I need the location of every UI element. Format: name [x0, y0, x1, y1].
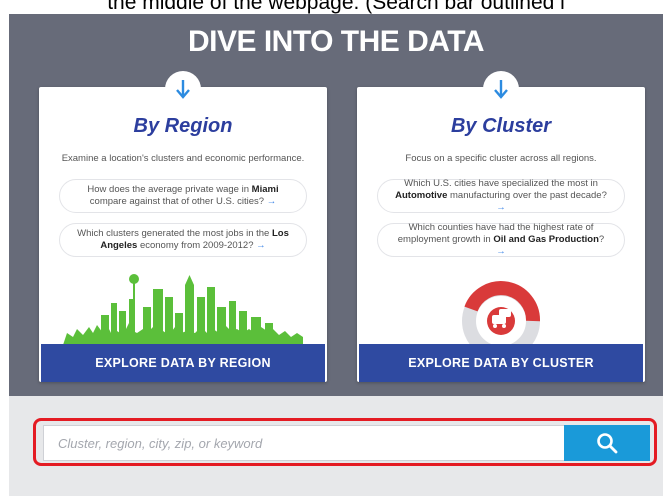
search-icon: [597, 433, 618, 454]
dive-into-data-section: DIVE INTO THE DATA By Region Examine a l…: [9, 14, 663, 396]
section-title: DIVE INTO THE DATA: [187, 25, 485, 58]
explore-by-cluster-button[interactable]: EXPLORE DATA BY CLUSTER: [359, 344, 643, 382]
right-arrow-icon: →: [266, 196, 277, 207]
region-card-description: Examine a location's clusters and econom…: [61, 153, 305, 164]
cluster-question-oil-gas[interactable]: Which counties have had the highest rate…: [377, 222, 625, 257]
region-card-title: By Region: [133, 115, 233, 137]
instruction-caption: the middle of the webpage. (Search bar o…: [0, 0, 672, 14]
search-button[interactable]: [564, 425, 650, 461]
search-input[interactable]: [43, 425, 564, 461]
down-arrow-badge: [483, 71, 519, 107]
region-question-jobs[interactable]: Which clusters generated the most jobs i…: [59, 223, 307, 257]
question-text: How does the average private wage in Mia…: [87, 184, 279, 207]
region-question-wage[interactable]: How does the average private wage in Mia…: [59, 179, 307, 213]
right-arrow-icon: →: [496, 246, 506, 257]
question-text: Which U.S. cities have specialized the m…: [395, 178, 607, 213]
car-donut-illustration: [462, 281, 540, 345]
region-card: By Region Examine a location's clusters …: [39, 71, 327, 382]
cluster-card: By Cluster Focus on a specific cluster a…: [357, 71, 645, 382]
instruction-text: the middle of the webpage. (Search bar o…: [107, 0, 565, 14]
right-arrow-icon: →: [496, 202, 506, 213]
cluster-card-description: Focus on a specific cluster across all r…: [405, 153, 597, 164]
city-skyline-illustration: [63, 274, 303, 345]
down-arrow-badge: [165, 71, 201, 107]
explore-by-region-button[interactable]: EXPLORE DATA BY REGION: [41, 344, 325, 382]
down-arrow-icon: [176, 80, 190, 99]
question-text: Which counties have had the highest rate…: [397, 222, 605, 257]
down-arrow-icon: [494, 80, 508, 99]
cluster-card-title: By Cluster: [450, 115, 552, 137]
right-arrow-icon: →: [256, 240, 266, 251]
cluster-question-automotive[interactable]: Which U.S. cities have specialized the m…: [377, 178, 625, 213]
question-text: Which clusters generated the most jobs i…: [77, 228, 289, 251]
